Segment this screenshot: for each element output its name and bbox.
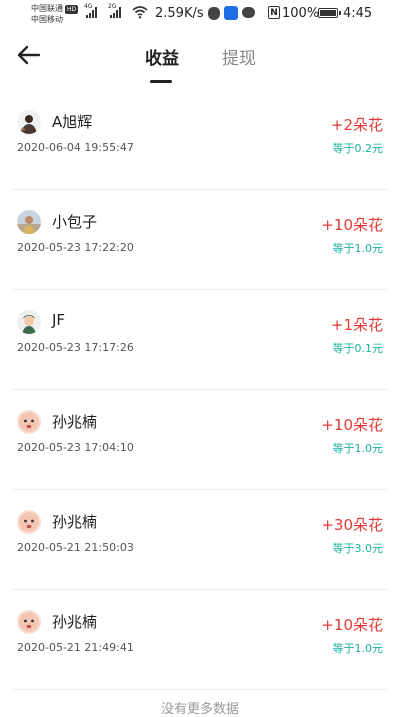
flower-amount: +2朵花 (330, 116, 383, 134)
status-bar: 中国联通 HD 中国移动 4G 2G 2.59K/s N 100% 4:45 (0, 0, 400, 30)
wifi-icon (132, 6, 148, 19)
back-button[interactable] (14, 40, 44, 70)
sender-name: 小包子 (52, 213, 98, 231)
sender-name: 孙兆楠 (52, 413, 98, 431)
list-item[interactable]: 孙兆楠 2020-05-21 21:49:41 +10朵花 等于1.0元 (12, 590, 388, 690)
hd-badge: HD (65, 5, 79, 14)
avatar (17, 310, 41, 334)
tab-withdraw[interactable]: 提现 (222, 44, 256, 69)
signal-icon: 2G (108, 3, 121, 18)
list-item[interactable]: 小包子 2020-05-23 17:22:20 +10朵花 等于1.0元 (12, 190, 388, 290)
no-more-data-text: 没有更多数据 (160, 702, 239, 717)
list-item[interactable]: 孙兆楠 2020-05-23 17:04:10 +10朵花 等于1.0元 (12, 390, 388, 490)
sender-name: A旭辉 (52, 113, 93, 131)
arrow-left-icon (17, 45, 41, 65)
header: 收益 提现 (0, 30, 400, 85)
earnings-list: A旭辉 2020-06-04 19:55:47 +2朵花 等于0.2元 小包子 … (0, 90, 400, 690)
carrier-info: 中国联通 HD 中国移动 (31, 3, 79, 25)
signal-icon: 4G (84, 3, 97, 18)
network-speed: 2.59K/s (155, 6, 204, 21)
money-equivalent: 等于1.0元 (332, 442, 384, 455)
timestamp: 2020-05-23 17:22:20 (17, 241, 134, 254)
flower-amount: +10朵花 (321, 416, 383, 434)
list-item[interactable]: A旭辉 2020-06-04 19:55:47 +2朵花 等于0.2元 (12, 90, 388, 190)
carrier-2: 中国移动 (31, 15, 63, 24)
flower-amount: +10朵花 (321, 216, 383, 234)
avatar (17, 110, 41, 134)
timestamp: 2020-05-21 21:49:41 (17, 641, 134, 654)
carrier-1: 中国联通 (31, 4, 63, 13)
avatar (17, 510, 41, 534)
flower-amount: +30朵花 (321, 516, 383, 534)
tab-indicator (150, 80, 172, 83)
money-equivalent: 等于0.1元 (332, 342, 384, 355)
list-item[interactable]: JF 2020-05-23 17:17:26 +1朵花 等于0.1元 (12, 290, 388, 390)
clock: 4:45 (343, 6, 373, 21)
battery-percent: 100% (282, 6, 320, 21)
money-equivalent: 等于0.2元 (332, 142, 384, 155)
shield-icon (208, 7, 220, 20)
tab-earnings[interactable]: 收益 (145, 44, 179, 69)
timestamp: 2020-05-23 17:04:10 (17, 441, 134, 454)
app-icon (224, 6, 238, 20)
avatar (17, 410, 41, 434)
sender-name: 孙兆楠 (52, 513, 98, 531)
money-equivalent: 等于1.0元 (332, 242, 384, 255)
timestamp: 2020-05-21 21:50:03 (17, 541, 134, 554)
nfc-icon: N (268, 6, 280, 19)
money-equivalent: 等于1.0元 (332, 642, 384, 655)
money-equivalent: 等于3.0元 (332, 542, 384, 555)
battery-icon (318, 8, 341, 18)
timestamp: 2020-05-23 17:17:26 (17, 341, 134, 354)
flower-amount: +10朵花 (321, 616, 383, 634)
flower-amount: +1朵花 (330, 316, 383, 334)
sender-name: JF (52, 311, 66, 329)
avatar (17, 210, 41, 234)
avatar (17, 610, 41, 634)
list-item[interactable]: 孙兆楠 2020-05-21 21:50:03 +30朵花 等于3.0元 (12, 490, 388, 590)
timestamp: 2020-06-04 19:55:47 (17, 141, 134, 154)
chat-icon (242, 7, 255, 18)
sender-name: 孙兆楠 (52, 613, 98, 631)
